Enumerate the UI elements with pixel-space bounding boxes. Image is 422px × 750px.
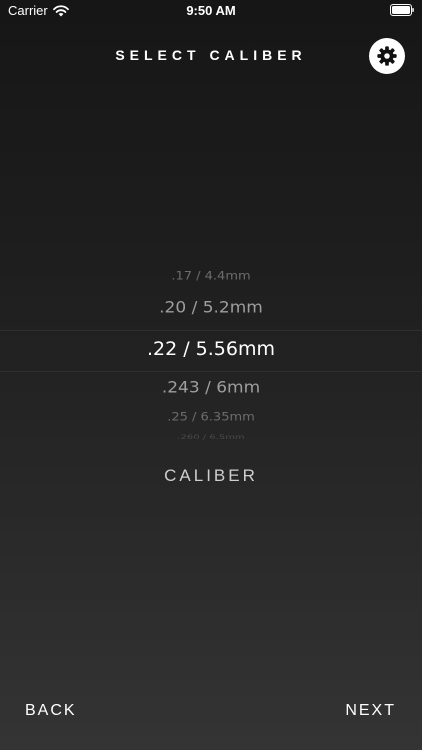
page-title: SELECT CALIBER <box>115 47 307 63</box>
settings-button[interactable] <box>369 38 405 74</box>
back-button[interactable]: BACK <box>25 702 77 720</box>
picker-selection-line-bottom <box>0 371 422 372</box>
gear-icon <box>377 46 397 66</box>
next-button[interactable]: NEXT <box>345 702 396 720</box>
status-bar: Carrier 9:50 AM <box>0 0 422 22</box>
status-time: 9:50 AM <box>186 3 236 18</box>
picker-selection-line-top <box>0 330 422 331</box>
caliber-picker[interactable]: .17 / 4.4mm .20 / 5.2mm .22 / 5.56mm .24… <box>0 262 422 442</box>
caliber-screen: Carrier 9:50 AM SELECT CALIBER .17 / 4.4… <box>0 0 422 750</box>
picker-option[interactable]: .243 / 6mm <box>0 379 422 398</box>
picker-option[interactable]: .17 / 4.4mm <box>0 270 422 283</box>
picker-option[interactable]: .20 / 5.2mm <box>0 299 422 318</box>
picker-option[interactable]: .260 / 6.5mm <box>0 434 422 441</box>
picker-label: CALIBER <box>164 466 258 485</box>
picker-option-selected[interactable]: .22 / 5.56mm <box>0 338 422 360</box>
picker-option[interactable]: .25 / 6.35mm <box>0 411 422 424</box>
battery-icon <box>390 4 414 16</box>
